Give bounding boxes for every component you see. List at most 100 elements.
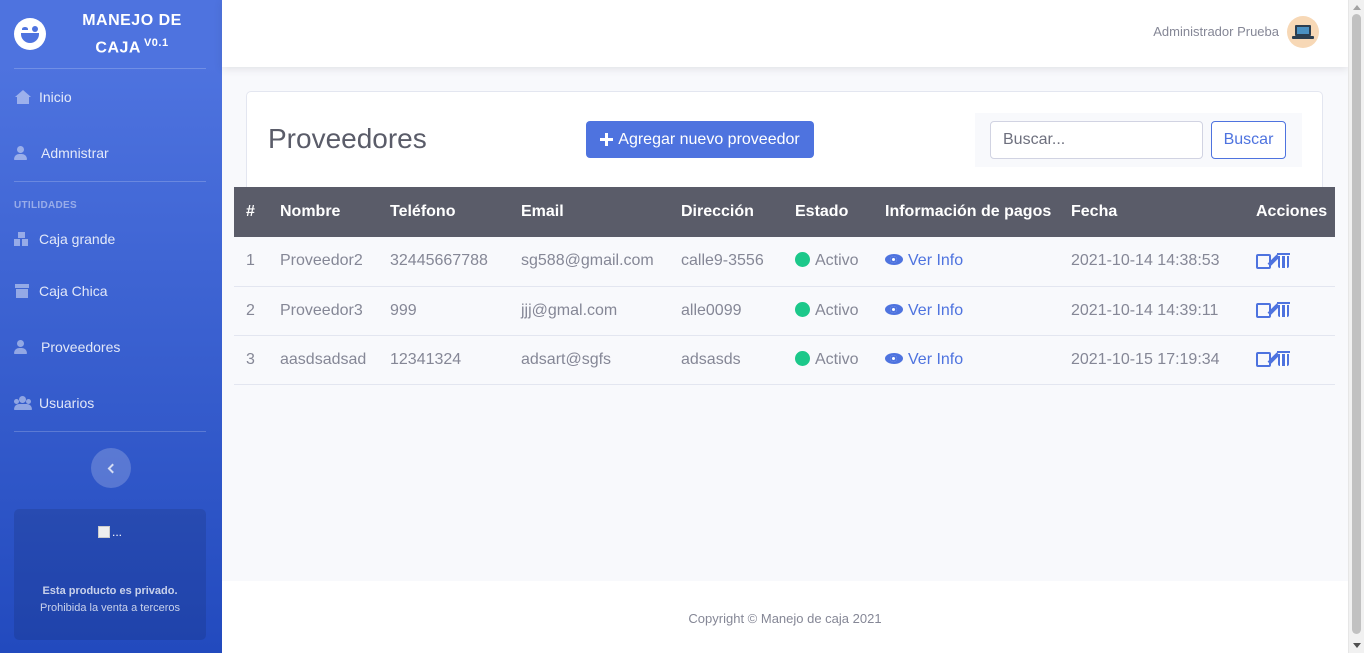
- cell-telefono: 999: [390, 286, 521, 336]
- cell-email: adsart@sgfs: [521, 335, 681, 385]
- add-provider-label: Agregar nuevo proveedor: [618, 130, 800, 148]
- eye-icon: [885, 303, 903, 315]
- sidebar: MANEJO DE CAJA V0.1 Inicio Admnistrar UTI…: [0, 0, 222, 653]
- brand[interactable]: MANEJO DE CAJA V0.1: [0, 0, 222, 68]
- cell-fecha: 2021-10-15 17:19:34: [1071, 335, 1256, 385]
- cell-direccion: adsasds: [681, 335, 795, 385]
- table-row: 3 aasdsadsad 12341324 adsart@sgfs adsasd…: [234, 335, 1335, 385]
- sidebar-item-inicio[interactable]: Inicio: [0, 69, 222, 125]
- sidebar-item-proveedores[interactable]: Proveedores: [0, 319, 222, 375]
- sidebar-item-usuarios[interactable]: Usuarios: [0, 375, 222, 431]
- col-fecha: Fecha: [1071, 187, 1256, 237]
- cell-number: 1: [234, 237, 280, 287]
- trash-icon[interactable]: [1277, 301, 1290, 317]
- user-tie-icon: [14, 340, 32, 354]
- edit-icon[interactable]: [1256, 350, 1273, 367]
- cell-info: Ver Info: [885, 237, 1071, 287]
- cell-nombre: Proveedor2: [280, 237, 390, 287]
- col-nombre: Nombre: [280, 187, 390, 237]
- brand-title: MANEJO DE CAJA V0.1: [82, 11, 182, 57]
- edit-icon[interactable]: [1256, 301, 1273, 318]
- col-telefono: Teléfono: [390, 187, 521, 237]
- cell-estado: Activo: [795, 237, 885, 287]
- cell-fecha: 2021-10-14 14:39:11: [1071, 286, 1256, 336]
- sidebar-item-label: Caja Chica: [39, 283, 108, 299]
- ver-info-link[interactable]: Ver Info: [885, 252, 963, 269]
- status-label: Activo: [815, 350, 859, 368]
- col-info-pagos: Información de pagos: [885, 187, 1071, 237]
- user-name[interactable]: Administrador Prueba: [1153, 24, 1279, 39]
- trash-icon[interactable]: [1277, 252, 1290, 268]
- col-direccion: Dirección: [681, 187, 795, 237]
- sidebar-item-caja-grande[interactable]: Caja grande: [0, 215, 222, 263]
- sidebar-divider: [14, 431, 206, 432]
- status-label: Activo: [815, 301, 859, 319]
- cell-acciones: [1256, 335, 1335, 385]
- sidebar-toggle-button[interactable]: [91, 448, 131, 488]
- cell-telefono: 12341324: [390, 335, 521, 385]
- sidebar-item-label: Admnistrar: [41, 145, 109, 161]
- status-label: Activo: [815, 252, 859, 270]
- col-estado: Estado: [795, 187, 885, 237]
- sidebar-heading: UTILIDADES: [14, 200, 77, 211]
- footer: Copyright © Manejo de caja 2021: [222, 581, 1348, 653]
- ver-info-link[interactable]: Ver Info: [885, 302, 963, 319]
- cell-acciones: [1256, 286, 1335, 336]
- scroll-up-arrow-icon[interactable]: [1353, 5, 1361, 10]
- page-scrollbar[interactable]: [1348, 0, 1364, 653]
- table-row: 2 Proveedor3 999 jjj@gmal.com alle0099 A…: [234, 286, 1335, 336]
- users-icon: [14, 396, 32, 410]
- topbar: Administrador Prueba: [222, 0, 1348, 67]
- home-icon: [14, 90, 32, 104]
- cell-nombre: aasdsadsad: [280, 335, 390, 385]
- cell-acciones: [1256, 237, 1335, 287]
- sidebar-item-label: Usuarios: [39, 395, 95, 411]
- cell-telefono: 32445667788: [390, 237, 521, 287]
- status-dot-icon: [795, 252, 810, 268]
- edit-icon[interactable]: [1256, 252, 1273, 269]
- cell-info: Ver Info: [885, 286, 1071, 336]
- chevron-left-icon: [107, 463, 118, 473]
- cell-number: 2: [234, 286, 280, 336]
- providers-table: # Nombre Teléfono Email Dirección Estado…: [234, 187, 1335, 385]
- cell-fecha: 2021-10-14 14:38:53: [1071, 237, 1256, 287]
- scroll-thumb[interactable]: [1352, 14, 1361, 634]
- col-acciones: Acciones: [1256, 187, 1335, 237]
- cell-email: sg588@gmail.com: [521, 237, 681, 287]
- search-button[interactable]: Buscar: [1211, 121, 1286, 159]
- page-title: Proveedores: [268, 123, 427, 154]
- sidebar-item-caja-chica[interactable]: Caja Chica: [0, 263, 222, 319]
- card-header: Proveedores Agregar nuevo proveedor Busc…: [246, 91, 1323, 187]
- cell-nombre: Proveedor3: [280, 286, 390, 336]
- eye-icon: [885, 254, 903, 266]
- cell-estado: Activo: [795, 286, 885, 336]
- cell-number: 3: [234, 335, 280, 385]
- scroll-down-arrow-icon[interactable]: [1353, 643, 1361, 648]
- brand-version: V0.1: [143, 36, 169, 49]
- promo-title: Esta producto es privado.: [42, 585, 178, 597]
- sidebar-item-label: Proveedores: [41, 339, 121, 355]
- sidebar-item-label: Inicio: [39, 89, 72, 105]
- laptop-icon: [1295, 25, 1311, 36]
- wink-face-icon: [14, 18, 46, 50]
- search-input[interactable]: [990, 121, 1203, 159]
- user-cog-icon: [14, 146, 32, 160]
- sidebar-promo: ... Esta producto es privado. Prohibida …: [14, 509, 206, 640]
- sidebar-item-administrar[interactable]: Admnistrar: [0, 125, 222, 181]
- status-dot-icon: [795, 301, 810, 317]
- broken-image-icon: [97, 526, 110, 538]
- trash-icon[interactable]: [1277, 350, 1290, 366]
- ver-info-link[interactable]: Ver Info: [885, 351, 963, 368]
- avatar[interactable]: [1287, 16, 1319, 48]
- promo-image: ...: [97, 525, 122, 539]
- promo-subtitle: Prohibida la venta a terceros: [39, 602, 181, 614]
- status-dot-icon: [795, 350, 810, 366]
- cell-direccion: alle0099: [681, 286, 795, 336]
- sidebar-item-label: Caja grande: [39, 231, 116, 247]
- col-number: #: [234, 187, 280, 237]
- cell-email: jjj@gmal.com: [521, 286, 681, 336]
- eye-icon: [885, 352, 903, 364]
- plus-icon: [600, 133, 614, 146]
- search-form: Buscar: [975, 113, 1302, 167]
- add-provider-button[interactable]: Agregar nuevo proveedor: [586, 121, 814, 158]
